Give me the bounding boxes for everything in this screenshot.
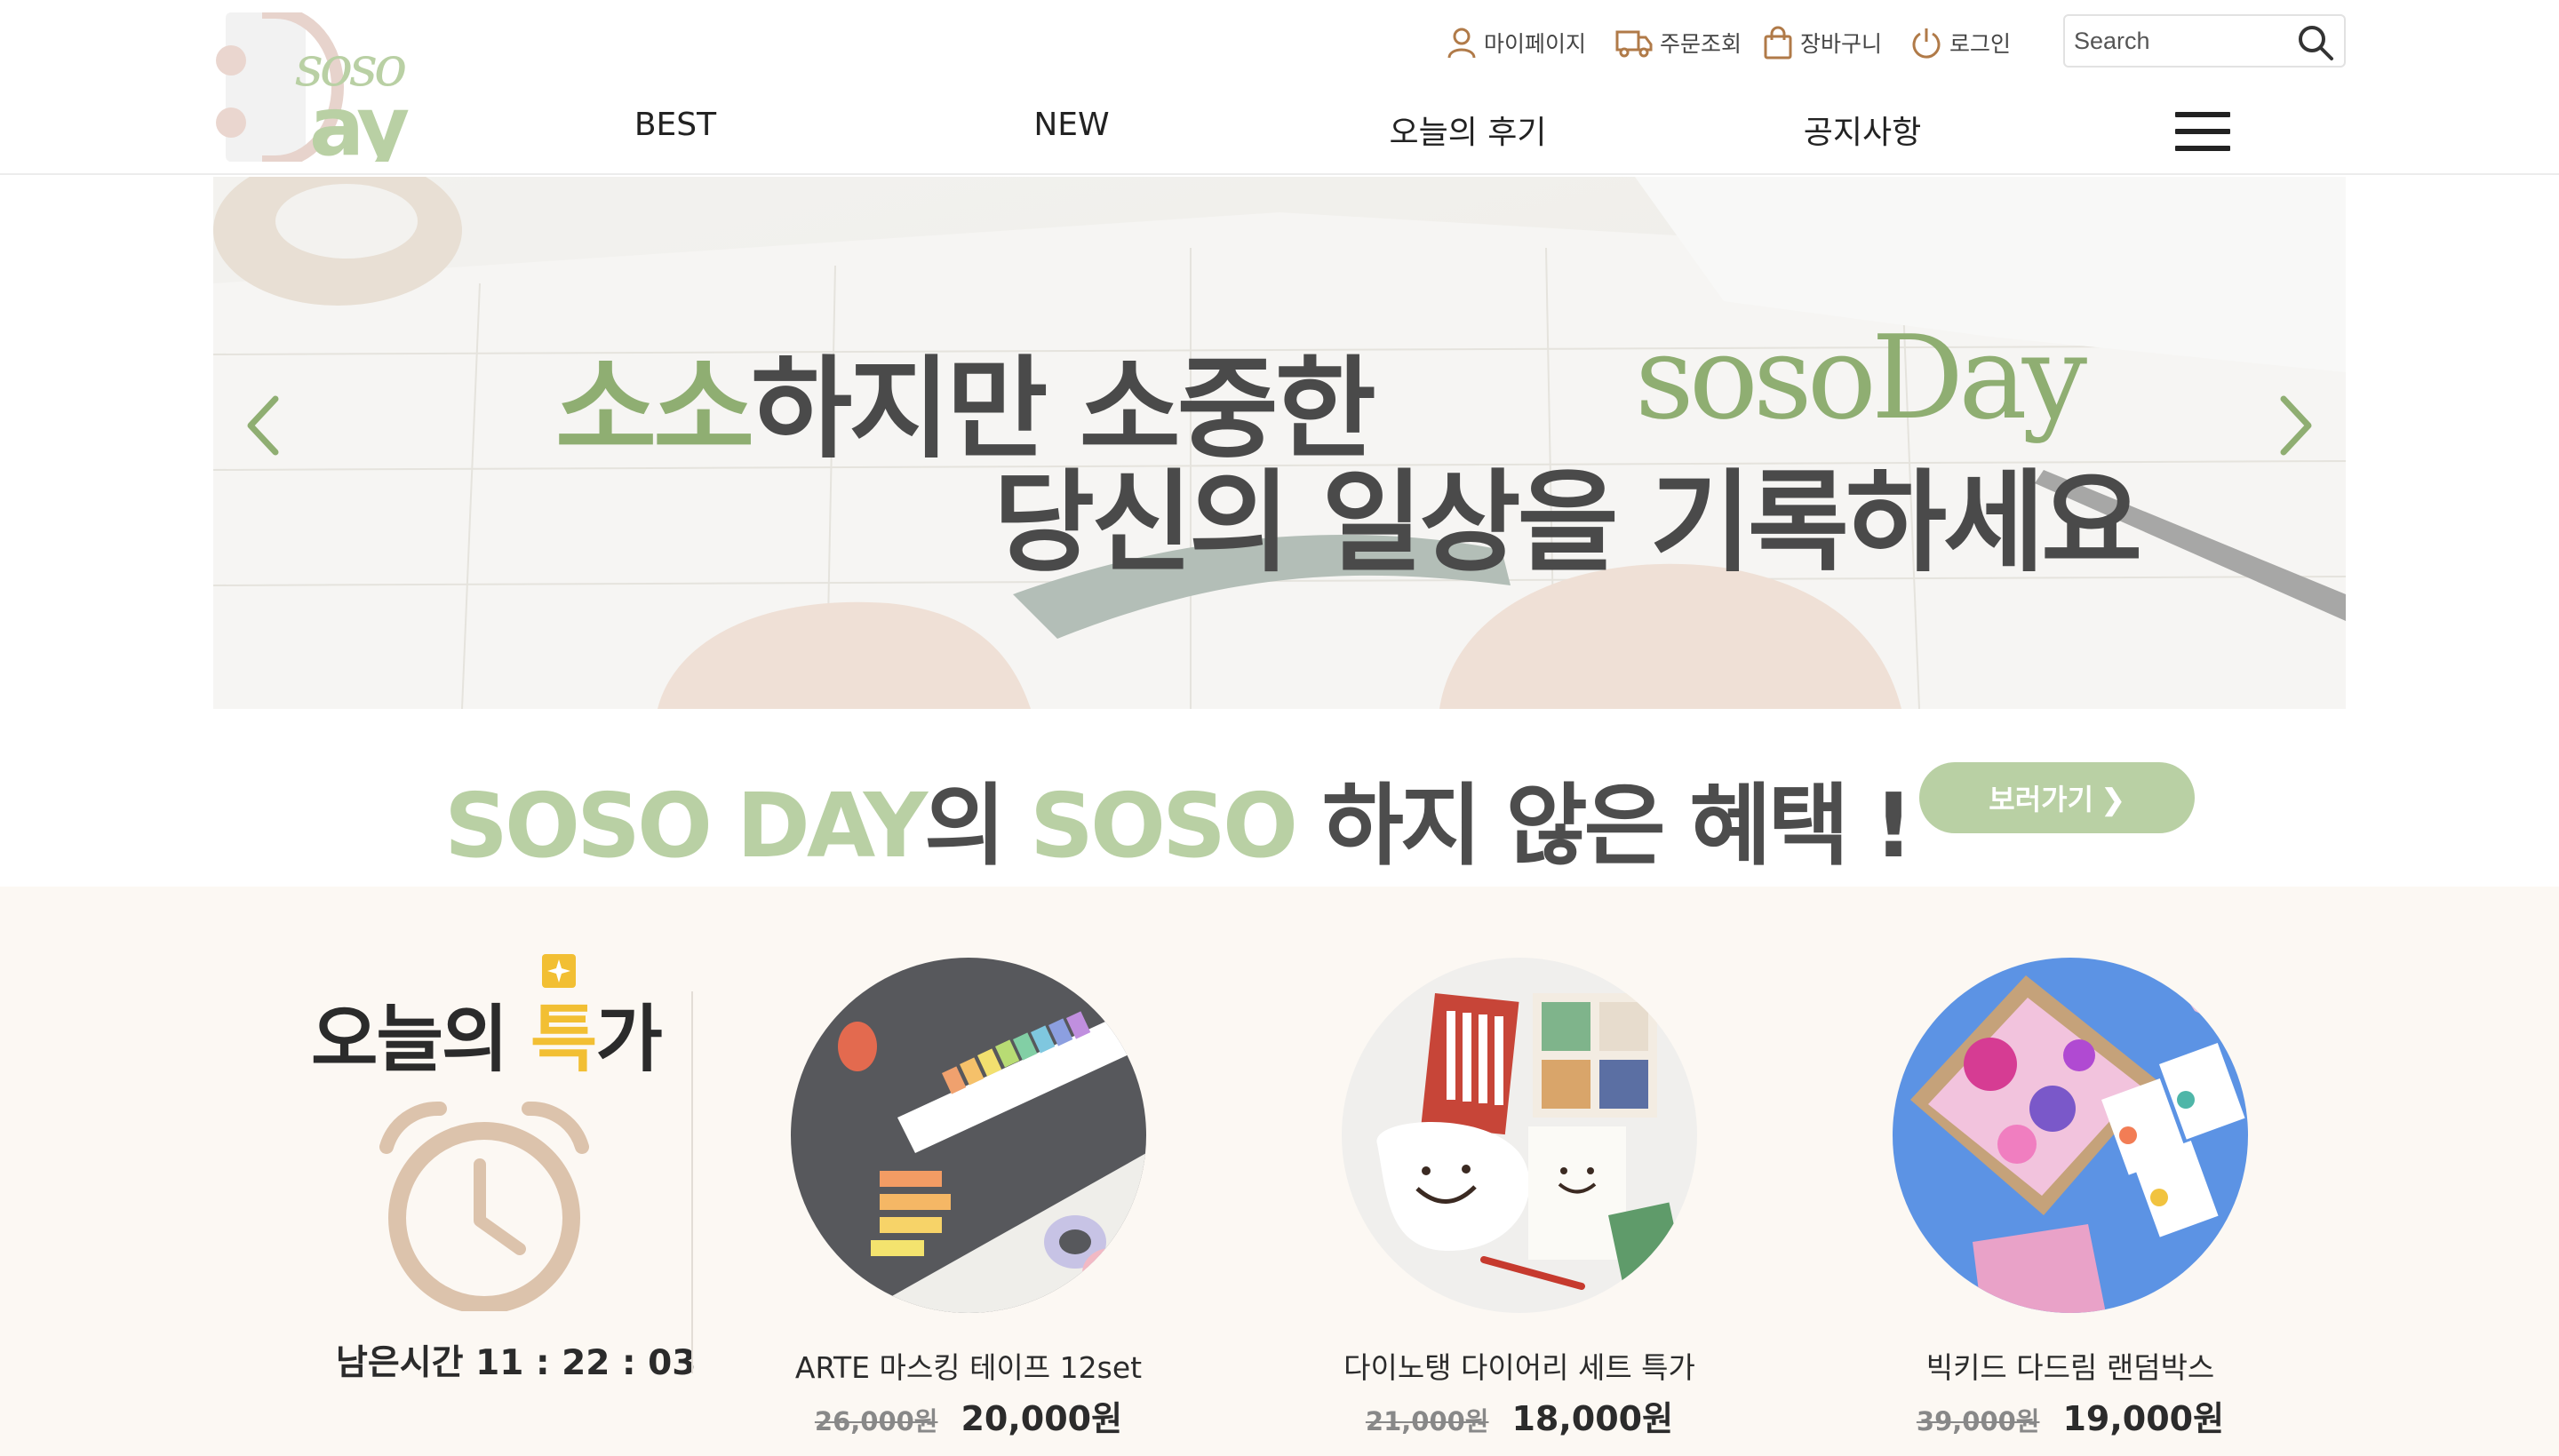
deal-title-highlight: 특 [530, 998, 597, 1082]
original-price: 26,000원 [814, 1406, 938, 1436]
original-price: 21,000원 [1365, 1406, 1489, 1436]
promo-benefit: 하지 않은 혜택 ! [1295, 774, 1914, 878]
product-image[interactable] [1893, 958, 2248, 1313]
alarm-clock-icon [379, 1101, 589, 1311]
site-header: soso ay 마이페이지 주문조회 장바구니 로그인 BEST NEW 오늘의… [0, 0, 2559, 175]
truck-icon [1615, 30, 1653, 58]
countdown-timer: 남은시간 11 : 22 : 03 [336, 1335, 696, 1385]
hero-brand: sosoDay [1635, 310, 2087, 445]
promo-brand: SOSO DAY [444, 774, 928, 878]
product-image[interactable] [1342, 958, 1697, 1313]
chevron-right-icon[interactable] [2266, 390, 2319, 461]
cart-label: 장바구니 [1800, 31, 1883, 57]
product-prices: 39,000원 19,000원 [1848, 1391, 2292, 1440]
hero-banner: 소소하지만 소중한 당신의 일상을 기록하세요 sosoDay [213, 177, 2346, 709]
chevron-left-icon[interactable] [240, 390, 293, 461]
deal-title-prefix: 오늘의 [311, 998, 530, 1082]
deal-title: 오늘의 특가 [311, 980, 663, 1086]
sale-price: 19,000원 [2062, 1399, 2225, 1438]
search-input[interactable] [2074, 23, 2296, 59]
login-link[interactable]: 로그인 [1910, 23, 2011, 62]
product-image[interactable] [791, 958, 1146, 1313]
nav-today-review[interactable]: 오늘의 후기 [1389, 107, 1546, 156]
promo-headline: SOSO DAY의 SOSO 하지 않은 혜택 ! [444, 753, 1914, 882]
promo-strip: SOSO DAY의 SOSO 하지 않은 혜택 ! 보러가기 ❯ [0, 709, 2559, 887]
product-card[interactable]: 빅키드 다드림 랜덤박스 39,000원 19,000원 [1848, 958, 2292, 1440]
product-name: 빅키드 다드림 랜덤박스 [1925, 1350, 2215, 1385]
product-prices: 26,000원 20,000원 [746, 1391, 1191, 1440]
sale-price: 18,000원 [1511, 1399, 1674, 1438]
product-name: 다이노탱 다이어리 세트 특가 [1343, 1350, 1695, 1385]
timer-value: 11 : 22 : 03 [475, 1343, 697, 1383]
product-card[interactable]: 다이노탱 다이어리 세트 특가 21,000원 18,000원 [1297, 958, 1742, 1440]
section-divider [691, 991, 693, 1373]
promo-particle: 의 [924, 774, 1030, 878]
nav-new[interactable]: NEW [1033, 107, 1109, 156]
daily-deal-section: 오늘의 특가 남은시간 11 : 22 : 03 ARTE 마스킹 테이프 12… [0, 887, 2559, 1456]
hero-headline-accent: 소소 [555, 346, 754, 473]
shopping-bag-icon [1764, 26, 1792, 60]
search-icon[interactable] [2296, 23, 2335, 62]
mypage-link[interactable]: 마이페이지 [1447, 23, 1586, 62]
view-more-button[interactable]: 보러가기 ❯ [1919, 762, 2195, 833]
product-name: ARTE 마스킹 테이프 12set [794, 1350, 1143, 1385]
user-icon [1447, 28, 1476, 59]
order-lookup-label: 주문조회 [1660, 31, 1742, 57]
deal-title-suffix: 가 [595, 998, 662, 1082]
power-icon [1912, 28, 1941, 59]
svg-text:ay: ay [309, 79, 409, 162]
sosoday-logo[interactable]: soso ay [213, 12, 441, 162]
timer-label: 남은시간 [336, 1343, 464, 1383]
product-prices: 21,000원 18,000원 [1297, 1391, 1742, 1440]
nav-best[interactable]: BEST [634, 107, 716, 156]
original-price: 39,000원 [1916, 1406, 2040, 1436]
login-label: 로그인 [1949, 31, 2012, 57]
nav-notice[interactable]: 공지사항 [1804, 107, 1921, 156]
cart-link[interactable]: 장바구니 [1763, 23, 1882, 62]
mypage-label: 마이페이지 [1484, 31, 1587, 57]
search-box [2063, 14, 2346, 68]
hero-headline-2: 당신의 일상을 기록하세요 [993, 459, 2142, 587]
order-lookup-link[interactable]: 주문조회 [1615, 23, 1742, 62]
hamburger-menu-icon[interactable] [2175, 112, 2230, 153]
product-card[interactable]: ARTE 마스킹 테이프 12set 26,000원 20,000원 [746, 958, 1191, 1440]
sale-price: 20,000원 [961, 1399, 1123, 1438]
promo-soso: SOSO [1029, 774, 1298, 878]
